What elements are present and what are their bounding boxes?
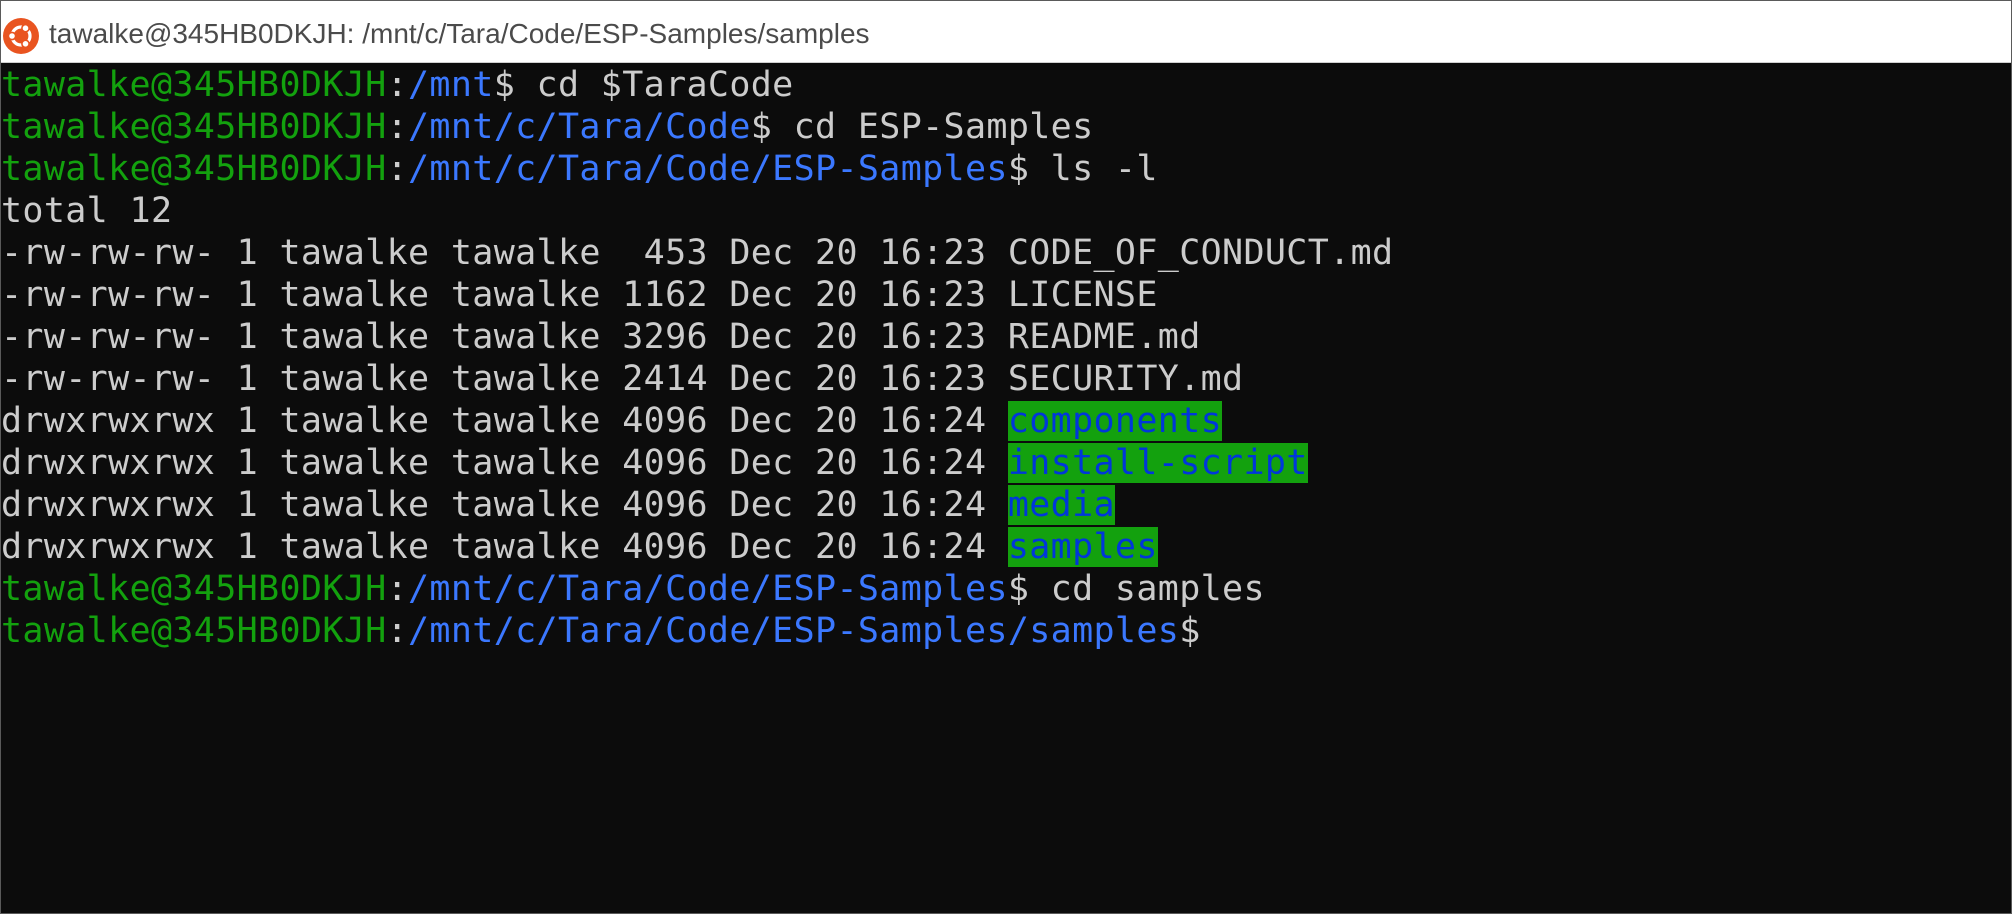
ls-total: total 12 [1, 191, 173, 231]
prompt-user: tawalke@345HB0DKJH [1, 569, 387, 609]
dir-meta: drwxrwxrwx 1 tawalke tawalke 4096 Dec 20… [1, 401, 1008, 441]
file-meta: -rw-rw-rw- 1 tawalke tawalke 2414 Dec 20… [1, 359, 1008, 399]
prompt-separator: : [386, 65, 409, 105]
prompt-dollar: $ [493, 65, 516, 105]
prompt-user: tawalke@345HB0DKJH [1, 611, 387, 651]
prompt-path: /mnt [408, 65, 494, 105]
dir-meta: drwxrwxrwx 1 tawalke tawalke 4096 Dec 20… [1, 443, 1008, 483]
prompt-path: /mnt/c/Tara/Code/ESP-Samples [408, 149, 1008, 189]
ubuntu-icon [3, 18, 39, 54]
title-bar[interactable]: tawalke@345HB0DKJH: /mnt/c/Tara/Code/ESP… [1, 1, 2011, 63]
prompt-dollar: $ [1007, 149, 1030, 189]
prompt-path: /mnt/c/Tara/Code [408, 107, 751, 147]
prompt-separator: : [386, 149, 409, 189]
terminal-window: tawalke@345HB0DKJH: /mnt/c/Tara/Code/ESP… [0, 0, 2012, 914]
prompt-line: tawalke@345HB0DKJH:/mnt$ cd $TaraCode [1, 64, 1983, 106]
vertical-scrollbar[interactable] [1983, 64, 2011, 913]
dir-name: components [1007, 401, 1223, 441]
prompt-line: tawalke@345HB0DKJH:/mnt/c/Tara/Code$ cd … [1, 106, 1983, 148]
file-name: CODE_OF_CONDUCT.md [1007, 233, 1394, 273]
dir-entry: drwxrwxrwx 1 tawalke tawalke 4096 Dec 20… [1, 526, 1983, 568]
prompt-command: cd ESP-Samples [772, 107, 1094, 147]
current-prompt-line[interactable]: tawalke@345HB0DKJH:/mnt/c/Tara/Code/ESP-… [1, 610, 1983, 652]
prompt-separator: : [386, 611, 409, 651]
dir-name: media [1007, 485, 1115, 525]
file-meta: -rw-rw-rw- 1 tawalke tawalke 3296 Dec 20… [1, 317, 1008, 357]
dir-meta: drwxrwxrwx 1 tawalke tawalke 4096 Dec 20… [1, 485, 1008, 525]
prompt-line: tawalke@345HB0DKJH:/mnt/c/Tara/Code/ESP-… [1, 148, 1983, 190]
prompt-dollar: $ [1179, 611, 1201, 651]
file-entry: -rw-rw-rw- 1 tawalke tawalke 453 Dec 20 … [1, 232, 1983, 274]
dir-name: install-script [1007, 443, 1308, 483]
prompt-path: /mnt/c/Tara/Code/ESP-Samples [408, 569, 1008, 609]
dir-entry: drwxrwxrwx 1 tawalke tawalke 4096 Dec 20… [1, 484, 1983, 526]
dir-entry: drwxrwxrwx 1 tawalke tawalke 4096 Dec 20… [1, 442, 1983, 484]
prompt-command: cd samples [1029, 569, 1265, 609]
file-entry: -rw-rw-rw- 1 tawalke tawalke 1162 Dec 20… [1, 274, 1983, 316]
file-name: SECURITY.md [1007, 359, 1244, 399]
prompt-command: ls -l [1029, 149, 1158, 189]
dir-entry: drwxrwxrwx 1 tawalke tawalke 4096 Dec 20… [1, 400, 1983, 442]
file-name: LICENSE [1007, 275, 1158, 315]
prompt-dollar: $ [750, 107, 773, 147]
file-meta: -rw-rw-rw- 1 tawalke tawalke 1162 Dec 20… [1, 275, 1008, 315]
prompt-separator: : [386, 107, 409, 147]
file-name: README.md [1007, 317, 1201, 357]
file-entry: -rw-rw-rw- 1 tawalke tawalke 3296 Dec 20… [1, 316, 1983, 358]
window-title: tawalke@345HB0DKJH: /mnt/c/Tara/Code/ESP… [49, 18, 870, 49]
prompt-path: /mnt/c/Tara/Code/ESP-Samples/samples [408, 611, 1180, 651]
terminal-output[interactable]: tawalke@345HB0DKJH:/mnt$ cd $TaraCode ta… [1, 64, 1983, 913]
prompt-command: cd $TaraCode [515, 65, 794, 105]
dir-meta: drwxrwxrwx 1 tawalke tawalke 4096 Dec 20… [1, 527, 1008, 567]
dir-name: samples [1007, 527, 1158, 567]
prompt-separator: : [386, 569, 409, 609]
file-entry: -rw-rw-rw- 1 tawalke tawalke 2414 Dec 20… [1, 358, 1983, 400]
prompt-user: tawalke@345HB0DKJH [1, 149, 387, 189]
scrollbar-thumb[interactable] [1992, 64, 2002, 913]
file-meta: -rw-rw-rw- 1 tawalke tawalke 453 Dec 20 … [1, 233, 1008, 273]
prompt-dollar: $ [1007, 569, 1030, 609]
prompt-user: tawalke@345HB0DKJH [1, 65, 387, 105]
prompt-user: tawalke@345HB0DKJH [1, 107, 387, 147]
prompt-line: tawalke@345HB0DKJH:/mnt/c/Tara/Code/ESP-… [1, 568, 1983, 610]
